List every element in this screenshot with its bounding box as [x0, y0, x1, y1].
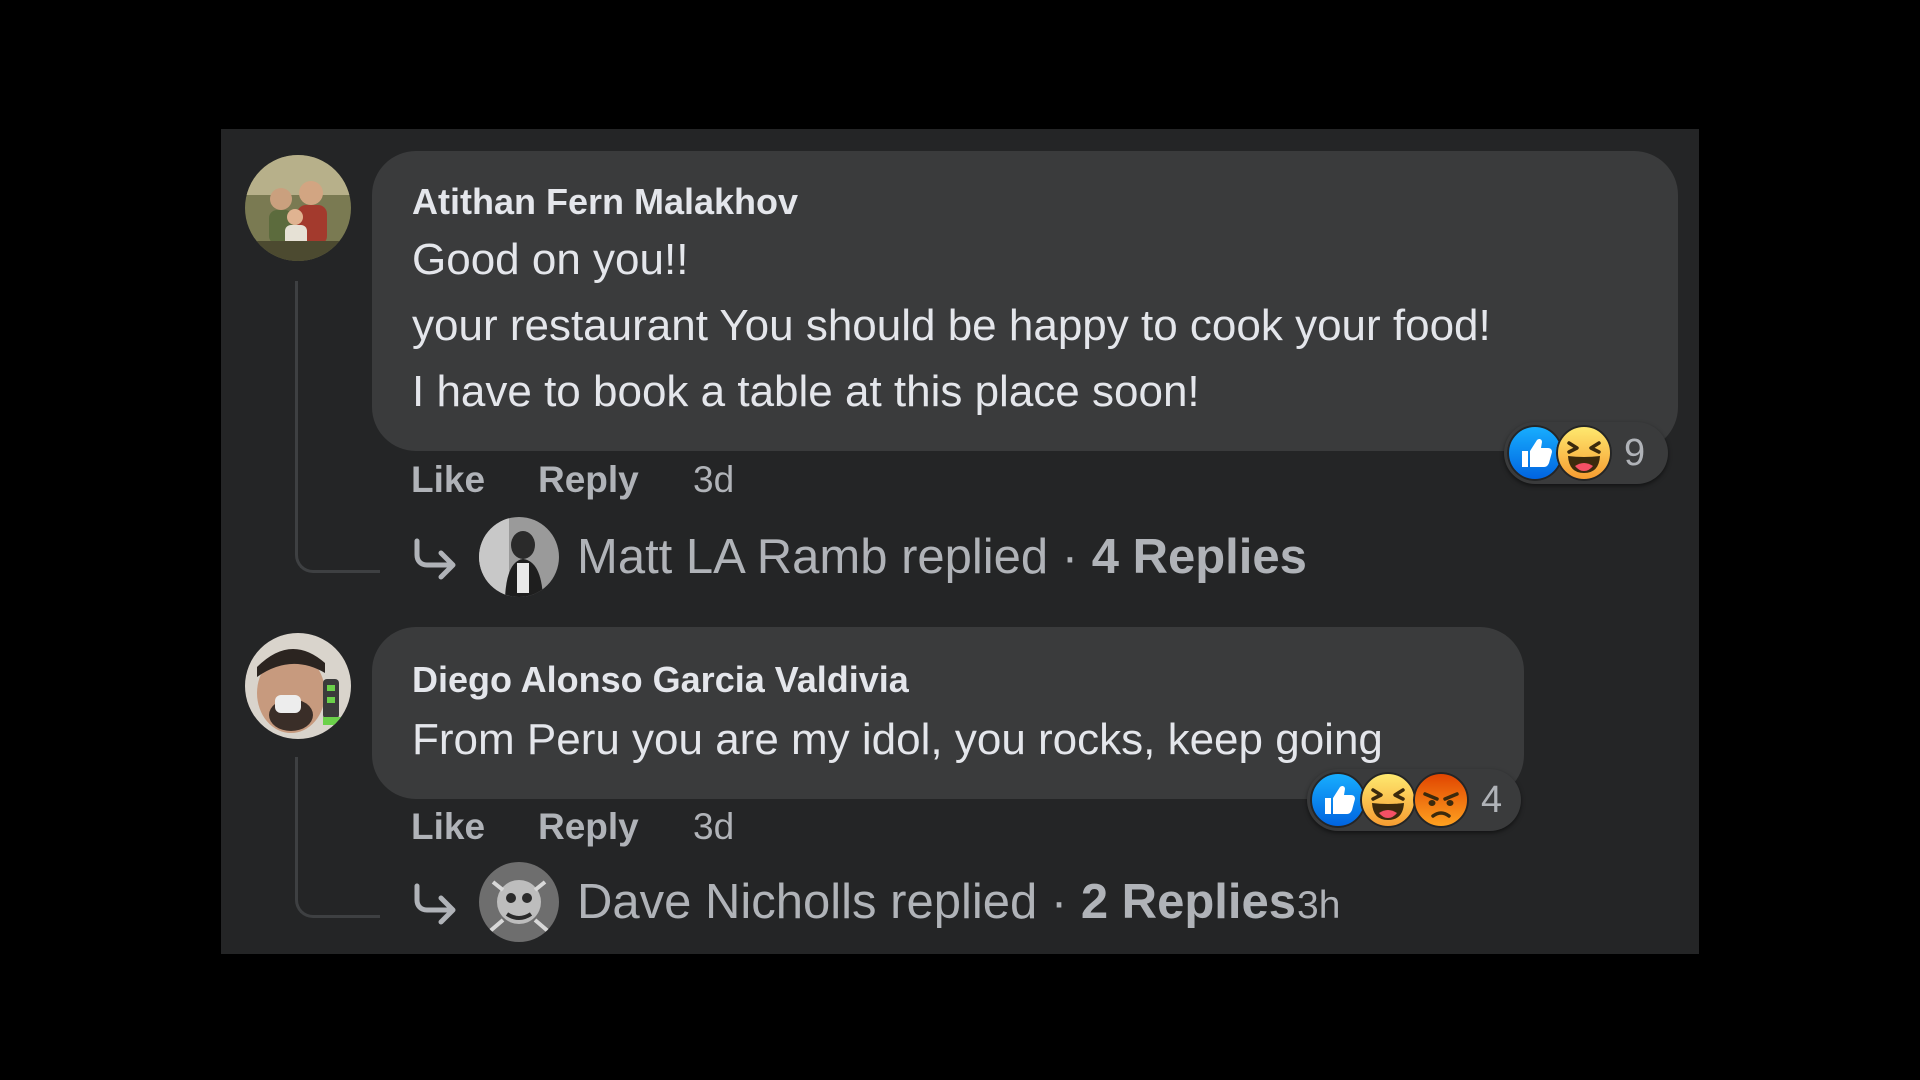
avatar-photo-icon	[479, 862, 559, 942]
avatar-photo-icon	[479, 517, 559, 597]
haha-icon	[1360, 772, 1416, 828]
comment-text-line: Good on you!!	[412, 235, 689, 284]
view-replies-link[interactable]: Dave Nicholls replied · 2 Replies 3h	[409, 862, 1389, 946]
reactions-count: 4	[1481, 779, 1503, 821]
reply-arrow-icon	[414, 883, 456, 925]
like-button[interactable]: Like	[411, 459, 485, 501]
replier-name: Matt LA Ramb replied	[577, 530, 1049, 584]
avatar-photo-icon	[245, 633, 351, 739]
comment-text-line: From Peru you are my idol, you rocks, ke…	[412, 715, 1383, 764]
reply-avatar	[479, 862, 559, 942]
separator: ·	[1048, 530, 1092, 584]
replier-name: Dave Nicholls replied	[577, 875, 1038, 929]
comment-author[interactable]: Diego Alonso Garcia Valdivia	[412, 659, 909, 701]
thread-connector	[295, 281, 380, 573]
avatar[interactable]	[245, 155, 351, 261]
reply-timestamp: 3h	[1297, 884, 1341, 927]
view-replies-link[interactable]: Matt LA Ramb replied · 4 Replies	[409, 517, 1309, 601]
reply-button[interactable]: Reply	[538, 806, 639, 848]
like-icon	[1310, 772, 1366, 828]
avatar-photo-icon	[245, 155, 351, 261]
reply-button[interactable]: Reply	[538, 459, 639, 501]
comment-text-line: your restaurant You should be happy to c…	[412, 301, 1491, 350]
replies-count: 2 Replies	[1080, 875, 1296, 929]
reply-arrow-icon	[414, 538, 456, 580]
reactions-summary[interactable]: 9	[1504, 422, 1668, 484]
separator: ·	[1037, 875, 1081, 929]
reactions-count: 9	[1624, 432, 1646, 474]
replies-summary-text: Matt LA Ramb replied · 4 Replies	[577, 529, 1307, 585]
haha-icon	[1556, 425, 1612, 481]
like-button[interactable]: Like	[411, 806, 485, 848]
replies-count: 4 Replies	[1091, 530, 1307, 584]
comment-bubble: Atithan Fern Malakhov Good on you!! your…	[372, 151, 1678, 451]
replies-summary-text: Dave Nicholls replied · 2 Replies	[577, 874, 1296, 930]
comment-author[interactable]: Atithan Fern Malakhov	[412, 181, 798, 223]
reply-avatar	[479, 517, 559, 597]
angry-icon	[1413, 772, 1469, 828]
like-icon	[1507, 425, 1563, 481]
reactions-summary[interactable]: 4	[1307, 769, 1521, 831]
comments-panel: Atithan Fern Malakhov Good on you!! your…	[221, 129, 1699, 954]
comment-timestamp[interactable]: 3d	[693, 806, 734, 848]
avatar[interactable]	[245, 633, 351, 739]
thread-connector	[295, 757, 380, 918]
comment-timestamp[interactable]: 3d	[693, 459, 734, 501]
comment-text-line: I have to book a table at this place soo…	[412, 367, 1200, 416]
